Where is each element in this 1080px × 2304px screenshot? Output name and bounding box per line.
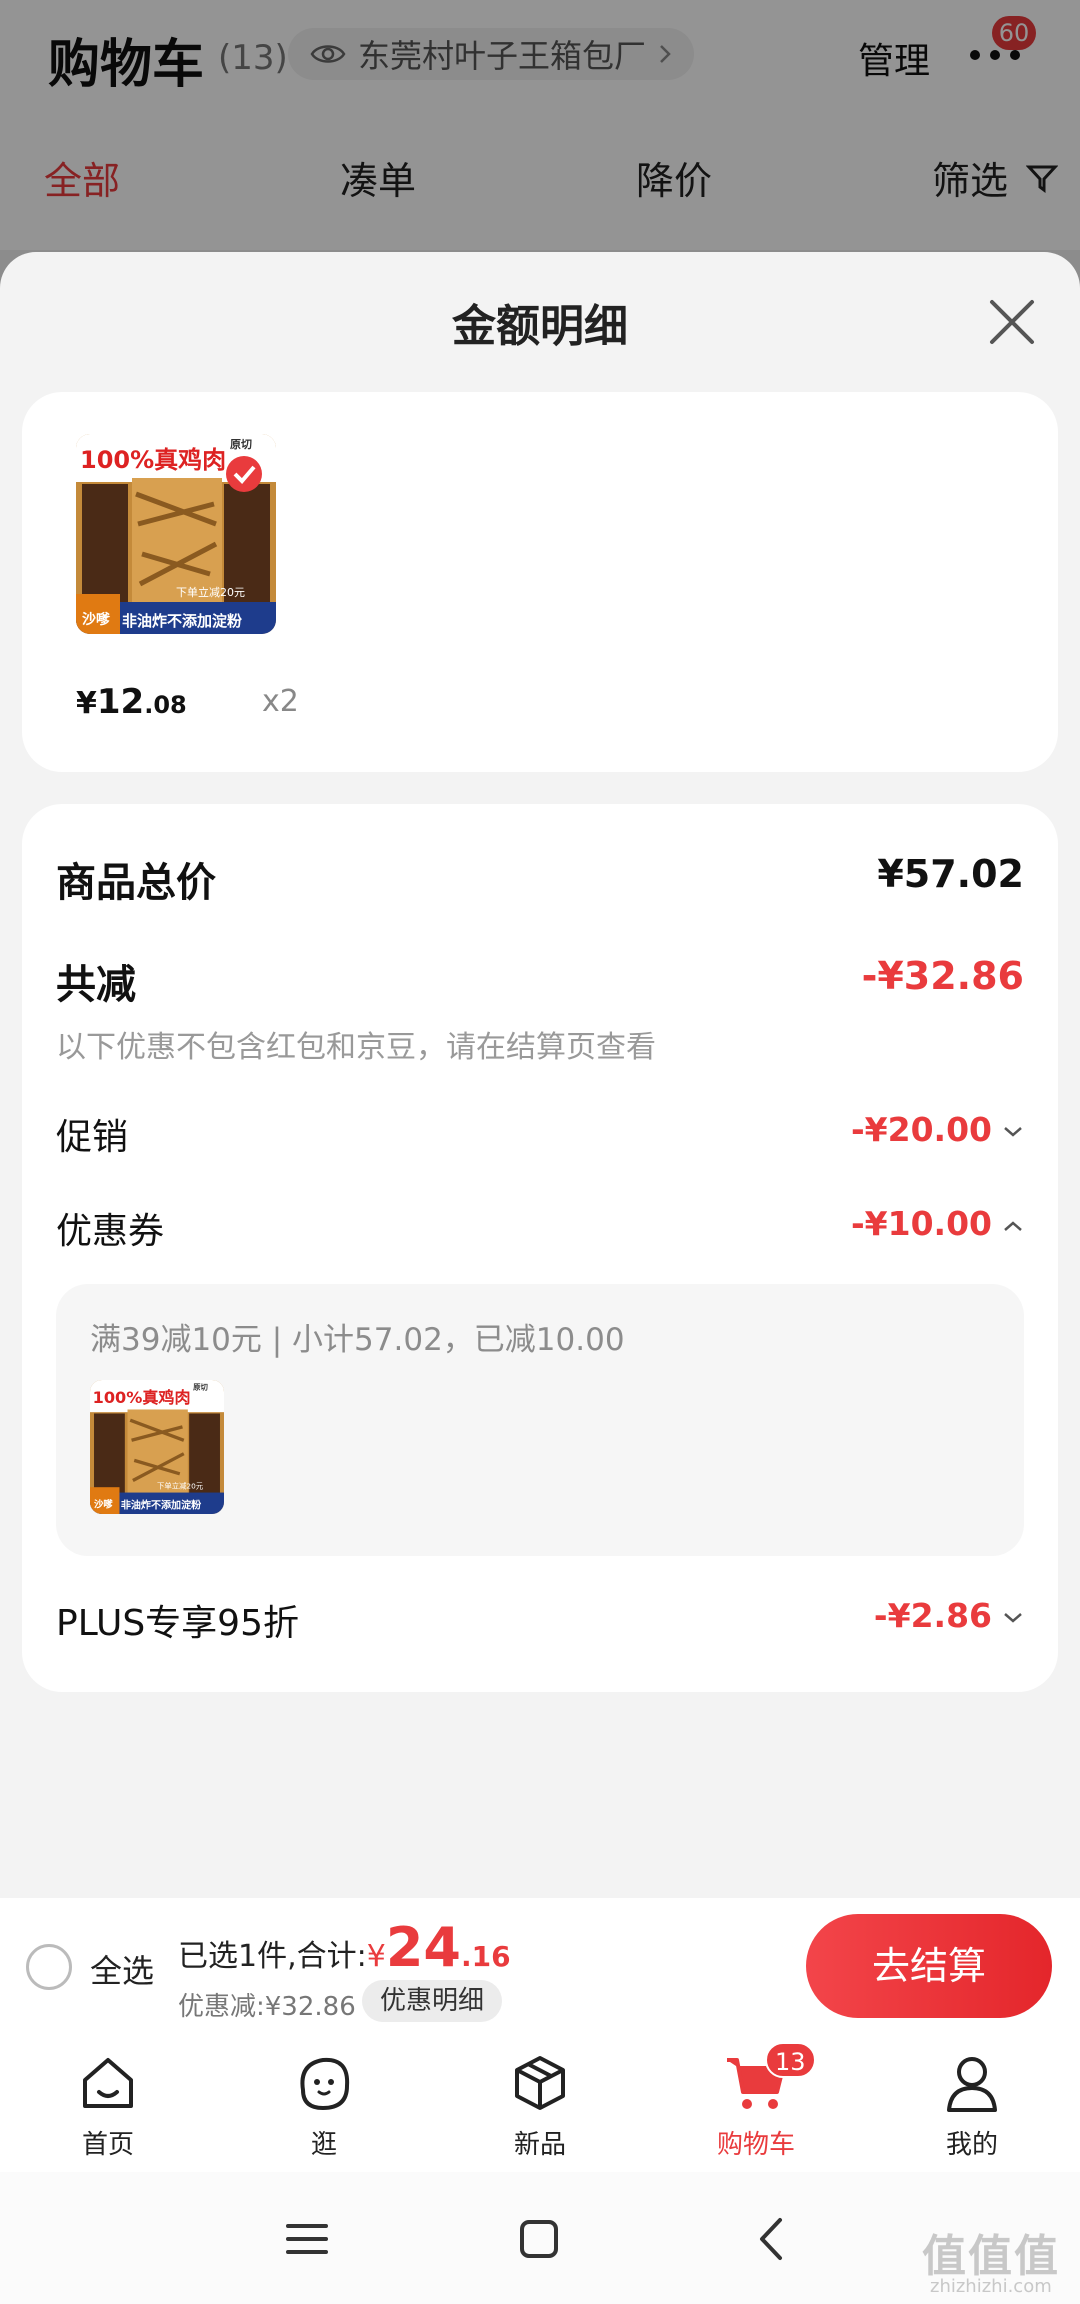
product-card: 100%真鸡肉 原切 沙嗲 非油炸不添加淀粉 下单立减20元 ¥12.08 x2 <box>22 392 1058 772</box>
checkout-bar: 全选 已选1件,合计:¥24.16 优惠减:¥32.86 优惠明细 去结算 <box>0 1898 1080 2036</box>
watermark-url: zhizhizhi.com <box>930 2276 1052 2297</box>
bottom-nav: 首页 逛 新品 13 购物车 我的 <box>0 2036 1080 2172</box>
promo-row[interactable]: -¥20.00 <box>851 1110 1024 1149</box>
select-all-radio[interactable] <box>26 1944 72 1990</box>
svg-text:下单立减20元: 下单立减20元 <box>176 585 245 599</box>
svg-text:原切: 原切 <box>193 1382 208 1391</box>
svg-text:沙嗲: 沙嗲 <box>82 611 111 628</box>
svg-text:下单立减20元: 下单立减20元 <box>157 1482 204 1491</box>
total-integer: 24 <box>385 1916 461 1979</box>
discount-value: -¥32.86 <box>861 954 1024 998</box>
coupon-description: 满39减10元 | 小计57.02，已减10.00 <box>90 1322 625 1358</box>
cube-icon <box>515 2056 565 2110</box>
nav-explore[interactable]: 逛 <box>249 2050 399 2170</box>
cart-badge: 13 <box>765 2042 816 2078</box>
checkout-button[interactable]: 去结算 <box>806 1914 1052 2018</box>
amount-detail-sheet: 金额明细 100%真鸡肉 原切 沙嗲 非油炸不添加淀粉 下单立减20元 ¥12.… <box>0 252 1080 1898</box>
discount-note: 以下优惠不包含红包和京豆，请在结算页查看 <box>56 1030 656 1065</box>
system-nav-bar: 值值值 zhizhizhi.com <box>0 2172 1080 2304</box>
home-button-icon[interactable] <box>514 2214 564 2264</box>
price-detail-card: 商品总价 ¥57.02 共减 -¥32.86 以下优惠不包含红包和京豆，请在结算… <box>22 804 1058 1692</box>
discount-label: 共减 <box>56 962 136 1008</box>
chevron-up-icon <box>1004 1220 1022 1231</box>
nav-label: 购物车 <box>716 2130 795 2160</box>
nav-label: 首页 <box>81 2130 134 2160</box>
svg-text:非油炸不添加淀粉: 非油炸不添加淀粉 <box>121 1499 202 1512</box>
price-decimal: .08 <box>144 691 187 719</box>
nav-label: 我的 <box>945 2130 998 2160</box>
cart-page: 购物车 (13) 东莞村叶子王箱包厂 管理 60 全部 凑单 降价 筛选 金额明… <box>0 0 1080 2304</box>
sheet-title: 金额明细 <box>452 301 628 352</box>
coupon-detail-box: 满39减10元 | 小计57.02，已减10.00 100%真鸡肉 原切 沙嗲 <box>56 1284 1024 1556</box>
close-icon[interactable] <box>984 294 1040 350</box>
product-quantity: x2 <box>262 684 299 719</box>
coupon-value: -¥10.00 <box>850 1204 992 1243</box>
plus-row[interactable]: -¥2.86 <box>874 1596 1024 1635</box>
product-price: ¥12.08 <box>76 682 187 722</box>
promo-value: -¥20.00 <box>850 1110 992 1149</box>
svg-text:100%真鸡肉: 100%真鸡肉 <box>80 446 226 474</box>
nav-cart[interactable]: 13 购物车 <box>681 2042 831 2170</box>
home-icon <box>83 2058 133 2108</box>
saved-text: 优惠减:¥32.86 <box>178 1992 356 2022</box>
chevron-down-icon <box>1004 1612 1022 1623</box>
total-symbol: ¥ <box>366 1939 386 1974</box>
coupon-product-thumbnail[interactable]: 100%真鸡肉 原切 沙嗲 非油炸不添加淀粉 下单立减20元 <box>90 1380 224 1514</box>
nav-label: 逛 <box>310 2130 337 2160</box>
svg-text:100%真鸡肉: 100%真鸡肉 <box>93 1388 191 1407</box>
total-label: 商品总价 <box>56 860 216 906</box>
back-icon[interactable] <box>748 2214 798 2264</box>
nav-label: 新品 <box>513 2130 566 2160</box>
select-all-label[interactable]: 全选 <box>90 1946 154 1992</box>
face-icon <box>300 2057 350 2111</box>
selected-summary: 已选1件,合计:¥24.16 <box>178 1916 511 1979</box>
coupon-label: 优惠券 <box>56 1211 165 1252</box>
discount-detail-button[interactable]: 优惠明细 <box>362 1980 503 2022</box>
watermark: 值值值 <box>922 2231 1060 2282</box>
price-integer: 12 <box>96 682 145 722</box>
promo-label: 促销 <box>56 1117 129 1158</box>
recent-apps-icon[interactable] <box>282 2214 332 2264</box>
chevron-down-icon <box>1004 1126 1022 1137</box>
svg-text:原切: 原切 <box>230 438 252 451</box>
coupon-row[interactable]: -¥10.00 <box>851 1204 1024 1243</box>
total-value: ¥57.02 <box>877 852 1024 896</box>
price-symbol: ¥ <box>76 686 97 721</box>
svg-text:非油炸不添加淀粉: 非油炸不添加淀粉 <box>122 612 242 630</box>
total-decimal: .16 <box>460 1940 511 1973</box>
selected-text: 已选1件,合计: <box>178 1939 367 1974</box>
nav-mine[interactable]: 我的 <box>897 2050 1047 2170</box>
product-image-icon: 100%真鸡肉 原切 沙嗲 非油炸不添加淀粉 下单立减20元 <box>76 434 276 634</box>
user-icon <box>947 2057 997 2112</box>
product-thumbnail[interactable]: 100%真鸡肉 原切 沙嗲 非油炸不添加淀粉 下单立减20元 <box>76 434 276 634</box>
plus-value: -¥2.86 <box>873 1596 992 1635</box>
nav-new[interactable]: 新品 <box>465 2050 615 2170</box>
svg-text:沙嗲: 沙嗲 <box>94 1498 113 1510</box>
plus-label: PLUS专享95折 <box>56 1603 299 1644</box>
product-image-icon: 100%真鸡肉 原切 沙嗲 非油炸不添加淀粉 下单立减20元 <box>90 1380 224 1514</box>
nav-home[interactable]: 首页 <box>33 2050 183 2170</box>
